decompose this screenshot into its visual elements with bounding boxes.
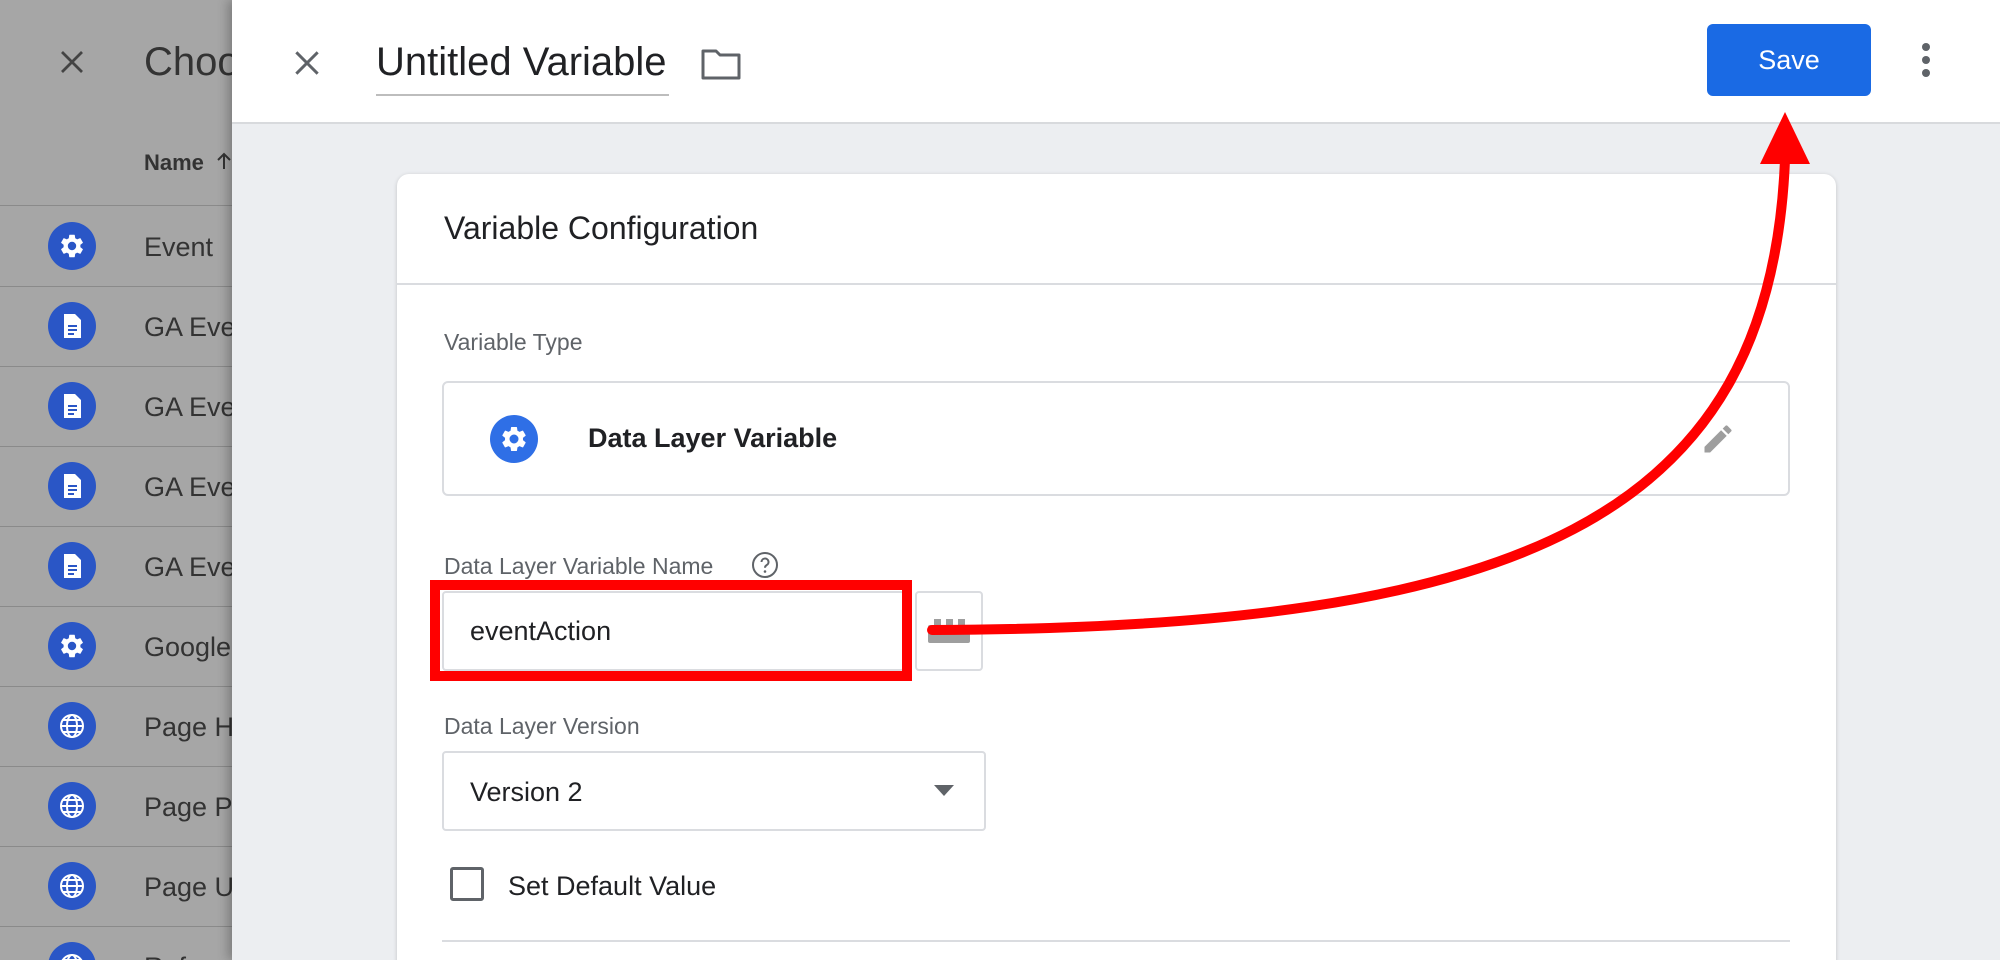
background-row-label: GA Eve bbox=[144, 552, 236, 582]
document-icon bbox=[48, 382, 96, 430]
background-title: Choo bbox=[144, 40, 240, 84]
document-icon bbox=[48, 462, 96, 510]
dl-version-select[interactable]: Version 2 bbox=[442, 751, 986, 831]
variable-picker-button[interactable] bbox=[915, 591, 983, 671]
save-button[interactable]: Save bbox=[1707, 24, 1871, 96]
set-default-value-label: Set Default Value bbox=[508, 871, 717, 901]
background-list-row[interactable]: Page P bbox=[0, 766, 240, 846]
background-row-label: Referre bbox=[144, 952, 234, 960]
more-options-button[interactable] bbox=[1908, 36, 1944, 84]
gear-icon bbox=[48, 222, 96, 270]
more-vert-icon bbox=[1922, 43, 1930, 77]
background-list-row[interactable]: Page U bbox=[0, 846, 240, 926]
set-default-value-checkbox[interactable] bbox=[450, 867, 484, 901]
variable-type-name: Data Layer Variable bbox=[588, 423, 838, 453]
background-list-row[interactable]: GA Eve bbox=[0, 526, 240, 606]
divider bbox=[442, 940, 1790, 942]
variable-title: Untitled Variable bbox=[376, 40, 667, 84]
background-column-header[interactable]: Name bbox=[144, 150, 232, 176]
variable-type-label: Variable Type bbox=[444, 329, 583, 355]
background-row-label: GA Eve bbox=[144, 392, 236, 422]
folder-button[interactable] bbox=[696, 42, 746, 86]
background-row-label: GA Eve bbox=[144, 472, 236, 502]
document-icon bbox=[48, 542, 96, 590]
editor-header: Untitled Variable Save bbox=[232, 0, 2000, 124]
background-column-header-label: Name bbox=[144, 150, 204, 175]
gear-icon bbox=[490, 415, 538, 463]
background-list-row[interactable]: Page H bbox=[0, 686, 240, 766]
dropdown-arrow-icon bbox=[934, 785, 954, 796]
variable-editor-panel: Untitled Variable Save Variable Configur… bbox=[232, 0, 2000, 960]
background-row-label: Page P bbox=[144, 792, 233, 822]
gear-icon bbox=[48, 622, 96, 670]
card-title: Variable Configuration bbox=[444, 210, 759, 246]
dl-variable-name-input[interactable] bbox=[442, 591, 905, 671]
document-icon bbox=[48, 302, 96, 350]
pencil-icon[interactable] bbox=[1696, 417, 1740, 461]
background-row-label: Event bbox=[144, 232, 214, 262]
divider bbox=[397, 283, 1836, 285]
dl-version-value: Version 2 bbox=[470, 777, 583, 807]
background-list-row[interactable]: Google bbox=[0, 606, 240, 686]
variable-name-field[interactable]: Untitled Variable bbox=[376, 34, 669, 96]
background-row-label: Page H bbox=[144, 712, 235, 742]
background-row-label: GA Eve bbox=[144, 312, 236, 342]
background-list-row[interactable]: Referre bbox=[0, 926, 240, 960]
globe-icon bbox=[48, 782, 96, 830]
variable-type-selector[interactable]: Data Layer Variable bbox=[442, 381, 1790, 496]
background-list-row[interactable]: GA Eve bbox=[0, 286, 240, 366]
background-list-row[interactable]: GA Eve bbox=[0, 366, 240, 446]
globe-icon bbox=[48, 702, 96, 750]
variable-configuration-card: Variable Configuration Variable Type Dat… bbox=[397, 174, 1836, 960]
close-icon bbox=[295, 51, 319, 75]
globe-icon bbox=[48, 862, 96, 910]
background-list-row[interactable]: GA Eve bbox=[0, 446, 240, 526]
dl-version-label: Data Layer Version bbox=[444, 713, 640, 739]
background-close-icon[interactable] bbox=[50, 40, 94, 84]
folder-icon bbox=[701, 49, 741, 80]
background-list-row[interactable]: Event bbox=[0, 206, 240, 286]
sort-arrow-icon bbox=[216, 150, 232, 176]
help-icon[interactable] bbox=[750, 550, 780, 580]
dl-variable-name-label: Data Layer Variable Name bbox=[444, 553, 714, 579]
brick-icon bbox=[928, 619, 970, 643]
globe-icon bbox=[48, 942, 96, 960]
close-button[interactable] bbox=[282, 38, 332, 88]
background-row-label: Page U bbox=[144, 872, 235, 902]
background-row-label: Google bbox=[144, 632, 232, 662]
